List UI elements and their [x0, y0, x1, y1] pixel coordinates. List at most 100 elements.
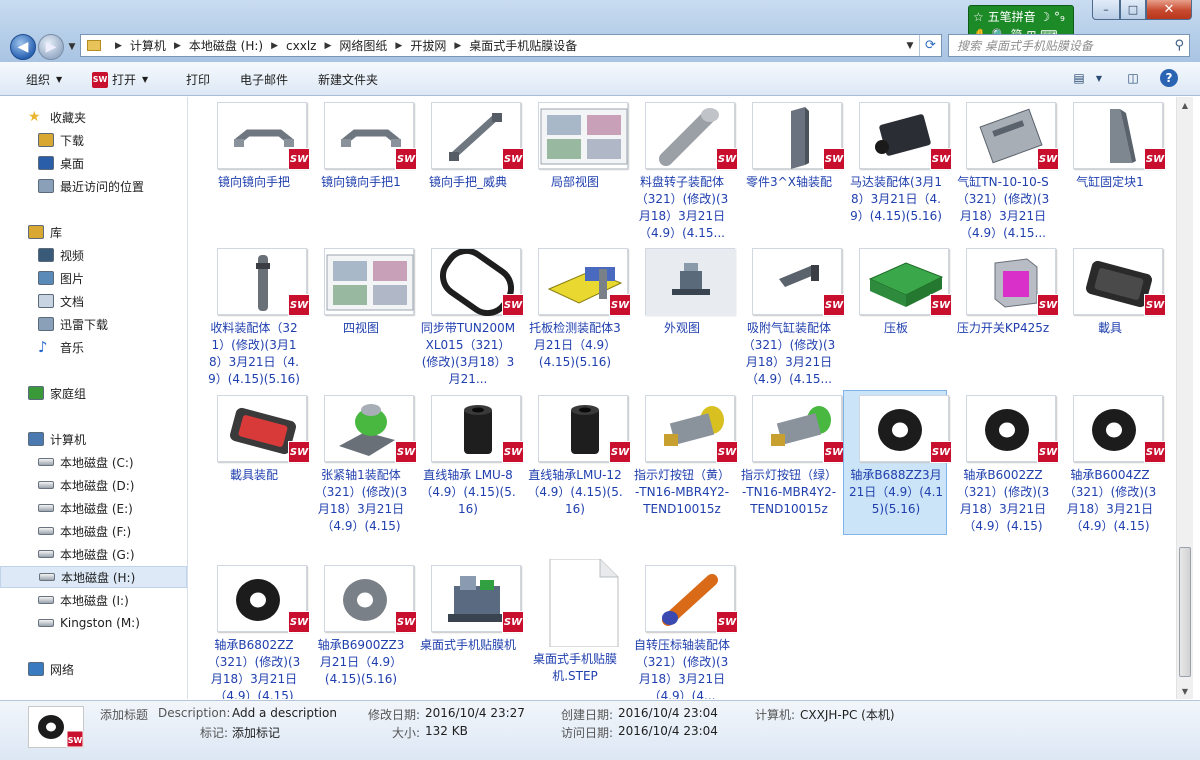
file-item[interactable]: 局部视图: [522, 97, 628, 242]
file-item[interactable]: 桌面式手机贴膜机.STEP: [522, 558, 628, 699]
open-label: 打开: [112, 73, 137, 87]
breadcrumb-sep[interactable]: ▶: [107, 41, 130, 51]
file-item[interactable]: SW 指示灯按钮（绿）-TN16-MBR4Y2-TEND10015z: [736, 390, 845, 535]
file-item[interactable]: SW 气缸固定块1: [1057, 97, 1166, 242]
file-name: 镜向手把_威典: [428, 175, 507, 189]
file-item[interactable]: SW 料盘转子装配体（321）(修改)(3月18）3月21日（4.9）(4.15.…: [629, 97, 738, 242]
nav-favorites[interactable]: ★ 收藏夹: [0, 106, 187, 128]
maximize-button[interactable]: □: [1120, 0, 1146, 20]
file-item[interactable]: SW 轴承B6004ZZ（321）(修改)(3月18）3月21日（4.9）(4.1…: [1057, 390, 1166, 535]
breadcrumb-separator[interactable]: ▶: [387, 41, 410, 51]
file-item[interactable]: SW 轴承B6900ZZ3月21日（4.9）(4.15)(5.16): [308, 560, 417, 699]
file-item[interactable]: SW 零件3^X轴装配: [736, 97, 845, 242]
breadcrumb-item[interactable]: cxxlz: [286, 39, 316, 53]
nav-drive-6[interactable]: 本地磁盘 (I:): [0, 589, 187, 611]
minimize-button[interactable]: –: [1092, 0, 1120, 20]
nav-desktop[interactable]: 桌面: [0, 152, 187, 174]
file-item[interactable]: SW 轴承B688ZZ3月21日（4.9）(4.15)(5.16): [843, 390, 952, 535]
nav-drive-3[interactable]: 本地磁盘 (F:): [0, 520, 187, 542]
scroll-thumb[interactable]: [1179, 547, 1191, 677]
nav-computer[interactable]: 计算机: [0, 428, 187, 450]
scroll-up-button[interactable]: ▲: [1177, 97, 1193, 113]
nav-drive-0[interactable]: 本地磁盘 (C:): [0, 451, 187, 473]
file-item[interactable]: SW 自转压标轴装配体（321）(修改)(3月18）3月21日（4.9）(4...: [629, 560, 738, 699]
new-folder-button[interactable]: 新建文件夹: [318, 71, 378, 88]
file-item[interactable]: SW 镜向镜向手把1: [308, 97, 417, 242]
nav-drive-2[interactable]: 本地磁盘 (E:): [0, 497, 187, 519]
nav-documents[interactable]: 文档: [0, 290, 187, 312]
breadcrumb-separator[interactable]: ▶: [263, 41, 286, 51]
file-item[interactable]: SW 載具: [1057, 243, 1166, 388]
search-icon[interactable]: ⚲: [1174, 38, 1184, 53]
file-item[interactable]: SW 托板检测装配体3月21日（4.9）(4.15)(5.16): [522, 243, 631, 388]
file-item[interactable]: SW 載具装配: [201, 390, 310, 535]
organize-menu[interactable]: 组织 ▼: [26, 71, 62, 88]
breadcrumb-item[interactable]: 桌面式手机贴膜设备: [469, 37, 577, 54]
nav-videos[interactable]: 视频: [0, 244, 187, 266]
file-item[interactable]: SW 压力开关KP425z: [950, 243, 1059, 388]
back-button[interactable]: ◀: [10, 34, 36, 60]
file-item[interactable]: SW 指示灯按钮（黄）-TN16-MBR4Y2-TEND10015z: [629, 390, 738, 535]
nav-homegroup[interactable]: 家庭组: [0, 382, 187, 404]
print-button[interactable]: 打印: [186, 71, 210, 88]
file-item[interactable]: SW 镜向手把_威典: [415, 97, 524, 242]
file-item[interactable]: SW 桌面式手机贴膜机: [415, 560, 524, 699]
nav-downloads[interactable]: 下载: [0, 129, 187, 151]
nav-pictures[interactable]: 图片: [0, 267, 187, 289]
file-item[interactable]: SW 轴承B6802ZZ（321）(修改)(3月18）3月21日（4.9）(4.1…: [201, 560, 310, 699]
file-item[interactable]: SW 镜向镜向手把: [201, 97, 310, 242]
file-item[interactable]: SW 直线轴承LMU-12（4.9）(4.15)(5.16): [522, 390, 631, 535]
close-button[interactable]: ✕: [1146, 0, 1192, 20]
breadcrumb-separator[interactable]: ▶: [316, 41, 339, 51]
help-icon[interactable]: ?: [1160, 69, 1178, 87]
breadcrumb-item[interactable]: 网络图纸: [339, 37, 387, 54]
breadcrumb-item[interactable]: 开拔网: [410, 37, 446, 54]
nav-recent-places[interactable]: 最近访问的位置: [0, 175, 187, 197]
nav-network[interactable]: 网络: [0, 658, 187, 680]
vertical-scrollbar[interactable]: ▲ ▼: [1176, 97, 1193, 699]
solidworks-badge-icon: SW: [716, 611, 738, 633]
breadcrumb-separator[interactable]: ▶: [446, 41, 469, 51]
nav-thunder-downloads[interactable]: 迅雷下载: [0, 313, 187, 335]
file-item[interactable]: SW 收料装配体（321）(修改)(3月18）3月21日（4.9）(4.15)(5…: [201, 243, 310, 388]
forward-button[interactable]: ▶: [38, 34, 64, 60]
size-value: 132 KB: [425, 724, 468, 738]
breadcrumb-item[interactable]: 计算机: [130, 37, 166, 54]
recent-pages-dropdown[interactable]: ▼: [66, 40, 78, 54]
navigation-pane: ★ 收藏夹 下载 桌面 最近访问的位置库视频 图片 文档 迅雷下载 ♪ 音乐 家庭组 计算机 本地磁盘 …: [0, 97, 188, 699]
drive-icon: [38, 504, 54, 512]
nav-drive-5[interactable]: 本地磁盘 (H:): [0, 566, 187, 588]
homegroup-icon: [28, 386, 44, 400]
nav-music[interactable]: ♪ 音乐: [0, 336, 187, 358]
description-field[interactable]: Add a description: [232, 706, 337, 720]
file-item[interactable]: SW 轴承B6002ZZ（321）(修改)(3月18）3月21日（4.9）(4.1…: [950, 390, 1059, 535]
address-bar[interactable]: ▶ 计算机 ▶ 本地磁盘 (H:) ▶ cxxlz ▶ 网络图纸 ▶ 开拔网 ▶ 桌面式手机贴膜设备…: [80, 34, 942, 57]
nav-drive-1[interactable]: 本地磁盘 (D:): [0, 474, 187, 496]
solidworks-badge-icon: SW: [502, 441, 524, 463]
add-title-field[interactable]: 添加标题: [100, 706, 148, 723]
email-button[interactable]: 电子邮件: [240, 71, 288, 88]
address-history-dropdown[interactable]: ▼: [903, 35, 917, 56]
preview-pane-icon[interactable]: ◫: [1124, 69, 1142, 87]
file-item[interactable]: 四视图: [308, 243, 414, 388]
file-item[interactable]: 外观图: [629, 243, 736, 388]
scroll-down-button[interactable]: ▼: [1177, 683, 1193, 699]
nav-drive-4[interactable]: 本地磁盘 (G:): [0, 543, 187, 565]
file-item[interactable]: SW 马达装配体(3月18）3月21日（4.9）(4.15)(5.16): [843, 97, 952, 242]
breadcrumb-separator[interactable]: ▶: [166, 41, 189, 51]
open-menu[interactable]: SW 打开 ▼: [92, 71, 148, 88]
file-item[interactable]: SW 同步带TUN200MXL015（321）(修改)(3月18）3月21...: [415, 243, 524, 388]
file-item[interactable]: SW 气缸TN-10-10-S（321）(修改)(3月18）3月21日（4.9）(…: [950, 97, 1059, 242]
file-item[interactable]: SW 直线轴承 LMU-8（4.9）(4.15)(5.16): [415, 390, 524, 535]
search-input[interactable]: 搜索 桌面式手机贴膜设备 ⚲: [948, 34, 1190, 57]
tag-field[interactable]: 添加标记: [232, 724, 280, 741]
nav-drive-7[interactable]: Kingston (M:): [0, 612, 187, 634]
file-item[interactable]: SW 吸附气缸装配体（321）(修改)(3月18）3月21日（4.9）(4.15.…: [736, 243, 845, 388]
breadcrumb-item[interactable]: 本地磁盘 (H:): [189, 37, 263, 54]
nav-libraries[interactable]: 库: [0, 221, 187, 243]
view-options-icon[interactable]: ▤: [1070, 69, 1088, 87]
file-item[interactable]: SW 张紧轴1装配体（321）(修改)(3月18）3月21日（4.9）(4.15)…: [308, 390, 417, 535]
refresh-button[interactable]: ⟳: [919, 35, 941, 56]
file-item[interactable]: SW 压板: [843, 243, 952, 388]
view-dropdown-icon[interactable]: ▼: [1093, 69, 1105, 87]
